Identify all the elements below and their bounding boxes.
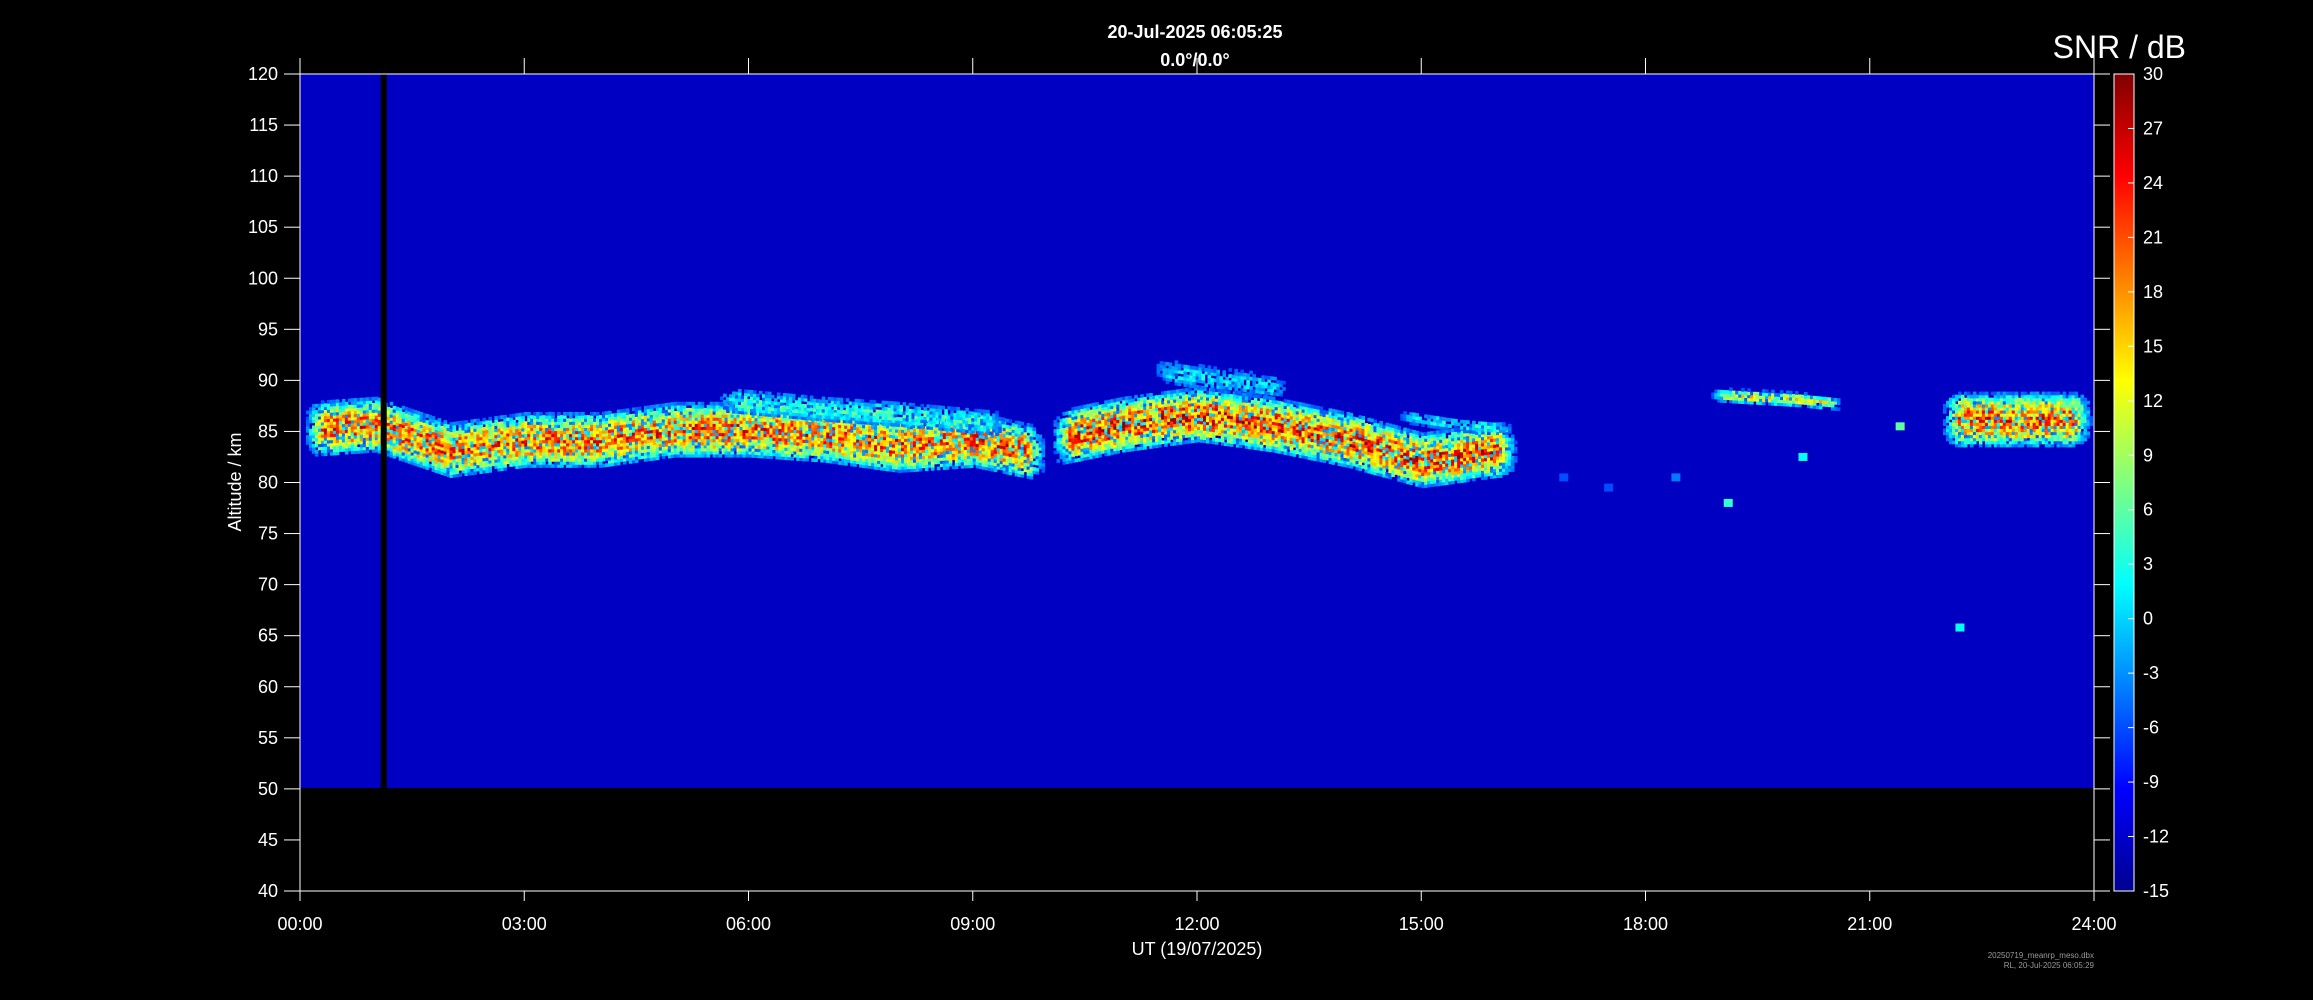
heatmap-cell: [700, 401, 705, 406]
heatmap-cell: [995, 410, 999, 415]
heatmap-cell: [1032, 427, 1037, 432]
snr-altitude-time-chart: 00:00 03:00 06:00 09:00 12:00 15:00 18:00 21:00…: [225, 22, 2186, 970]
heatmap-cell: [956, 407, 960, 411]
heatmap-cells: [300, 74, 2094, 788]
heatmap-cell: [625, 408, 630, 413]
heatmap-cell: [776, 392, 781, 397]
heatmap-cell: [809, 395, 814, 400]
heatmap-cell: [821, 396, 826, 401]
heatmap-cell: [1020, 421, 1025, 426]
heatmap-cell: [767, 391, 772, 396]
heatmap-cell: [911, 403, 916, 407]
heatmap-cell: [1029, 423, 1034, 428]
heatmap-cell: [723, 393, 727, 398]
heatmap-cell: [902, 402, 907, 406]
heatmap-cell: [431, 416, 436, 420]
heatmap-cell: [845, 398, 850, 402]
heatmap-cell: [488, 416, 492, 421]
heatmap-cell: [896, 401, 901, 406]
heatmap-cell: [1056, 459, 1061, 463]
heatmap-cell: [759, 390, 763, 395]
heatmap-cell: [1038, 434, 1043, 439]
heatmap-cell: [986, 409, 990, 414]
heatmap-cell: [920, 403, 924, 408]
heatmap-cell: [936, 466, 941, 471]
heatmap-cell: [839, 397, 844, 402]
heatmap-cell: [551, 412, 555, 416]
heatmap-cell: [770, 395, 775, 399]
heatmap-cell: [458, 473, 463, 477]
heatmap-cell: [637, 406, 642, 411]
heatmap-cell: [1001, 417, 1005, 421]
heatmap-cell: [1041, 459, 1046, 464]
heatmap-cell: [872, 400, 877, 404]
heatmap-cell: [314, 449, 319, 454]
heatmap-cell: [738, 389, 742, 393]
heatmap-cell: [803, 394, 808, 399]
heatmap-cell: [753, 390, 757, 394]
heatmap-cell: [941, 405, 945, 410]
heatmap-cell: [860, 399, 865, 403]
heatmap-cell: [965, 407, 969, 412]
heatmap-cell: [1041, 438, 1046, 443]
heatmap-cell: [1008, 419, 1013, 424]
heatmap-cell: [437, 418, 442, 422]
heatmap-cell: [389, 401, 394, 406]
heatmap-cell: [443, 420, 448, 424]
heatmap-cell: [791, 393, 796, 398]
